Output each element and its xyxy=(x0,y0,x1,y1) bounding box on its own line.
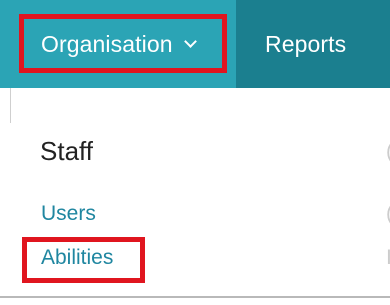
clipped-column-text: ( xyxy=(386,140,390,164)
menu-link-users[interactable]: Users xyxy=(41,202,96,226)
top-navbar: Organisation Reports xyxy=(0,0,390,88)
nav-reports-label: Reports xyxy=(265,30,347,57)
dropdown-left-divider xyxy=(10,88,11,123)
highlight-box-abilities xyxy=(22,237,145,283)
clipped-column-text: ( xyxy=(386,202,390,226)
highlight-box-organisation xyxy=(19,14,227,73)
dropdown-bottom-divider xyxy=(0,296,390,298)
nav-reports-button[interactable]: Reports xyxy=(265,0,346,88)
dropdown-heading-staff: Staff xyxy=(40,136,94,166)
clipped-column-text: I xyxy=(386,246,390,269)
